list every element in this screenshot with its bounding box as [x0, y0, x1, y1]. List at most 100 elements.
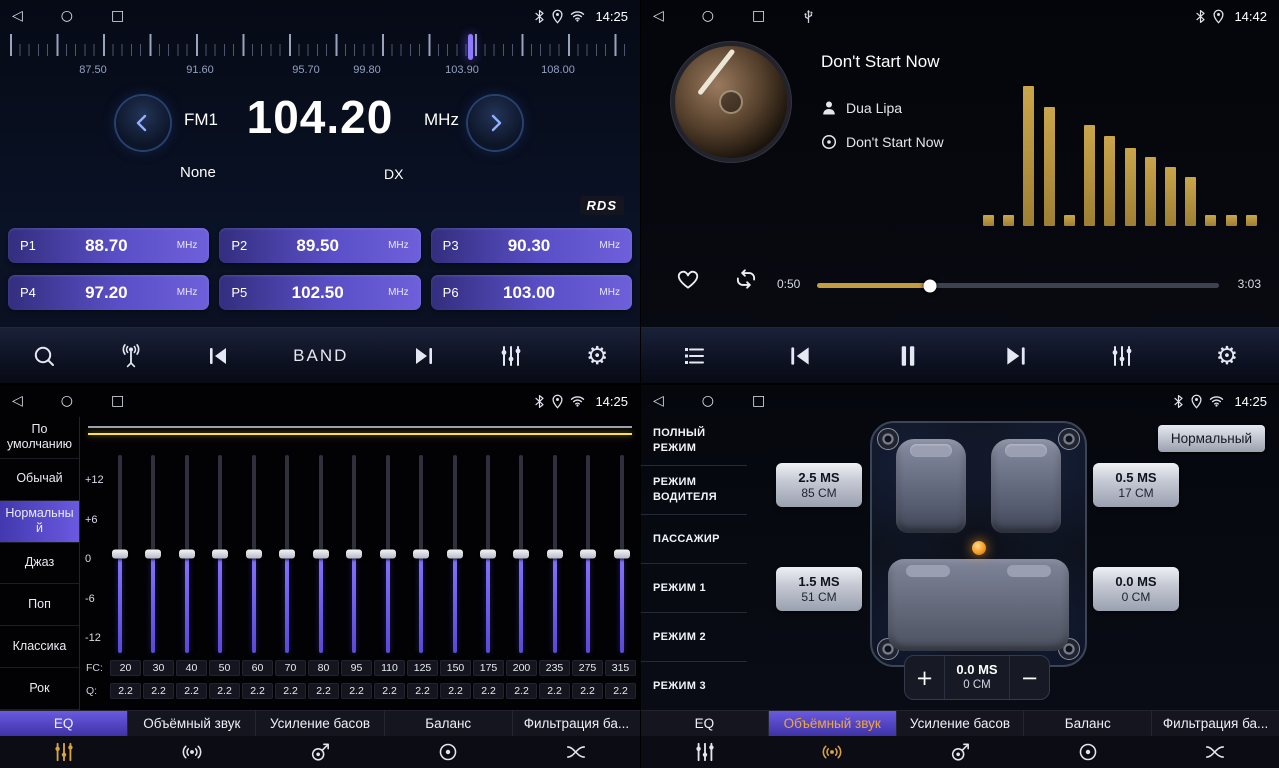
listening-position-marker[interactable]	[972, 541, 986, 555]
eq-preset-default[interactable]: По умолчанию	[0, 417, 79, 459]
slider-handle[interactable]	[179, 550, 195, 559]
eq-band-slider-125hz[interactable]	[411, 455, 431, 653]
slider-handle[interactable]	[547, 550, 563, 559]
nav-back-button[interactable]: ◁	[12, 394, 23, 408]
delay-front-left-button[interactable]: 2.5 MS 85 CM	[776, 463, 862, 507]
nav-back-button[interactable]: ◁	[12, 9, 23, 23]
preset-button-p1[interactable]: P1 88.70 MHz	[8, 228, 209, 263]
repeat-button[interactable]	[733, 266, 759, 295]
tab-bass-icon-cell[interactable]	[256, 736, 384, 768]
eq-band-slider-70hz[interactable]	[277, 455, 297, 653]
mode-1[interactable]: РЕЖИМ 1	[641, 564, 747, 613]
slider-handle[interactable]	[480, 550, 496, 559]
slider-handle[interactable]	[212, 550, 228, 559]
slider-handle[interactable]	[380, 550, 396, 559]
nav-recents-button[interactable]: □	[752, 394, 765, 408]
eq-preset-classic[interactable]: Классика	[0, 626, 79, 668]
eq-band-slider-175hz[interactable]	[478, 455, 498, 653]
eq-band-slider-40hz[interactable]	[177, 455, 197, 653]
tune-down-button[interactable]	[116, 96, 170, 150]
mode-driver[interactable]: РЕЖИМ ВОДИТЕЛЯ	[641, 466, 747, 515]
eq-preset-pop[interactable]: Поп	[0, 584, 79, 626]
eq-band-slider-80hz[interactable]	[311, 455, 331, 653]
tuning-indicator[interactable]	[468, 34, 473, 60]
tab-eq-icon-cell[interactable]	[0, 736, 128, 768]
tab-surround[interactable]: Объёмный звук	[769, 711, 897, 736]
eq-preset-rock[interactable]: Рок	[0, 668, 79, 710]
tab-surround-icon-cell[interactable]	[769, 736, 897, 768]
eq-band-slider-150hz[interactable]	[445, 455, 465, 653]
nav-home-button[interactable]: ○	[61, 394, 73, 408]
tab-bass-boost[interactable]: Усиление басов	[897, 711, 1025, 736]
slider-handle[interactable]	[346, 550, 362, 559]
nav-home-button[interactable]: ○	[61, 9, 73, 23]
tab-filter-icon-cell[interactable]	[1151, 736, 1279, 768]
nav-recents-button[interactable]: □	[111, 394, 124, 408]
settings-button[interactable]: ⚙	[586, 343, 608, 368]
eq-band-slider-275hz[interactable]	[578, 455, 598, 653]
eq-band-slider-30hz[interactable]	[143, 455, 163, 653]
tab-filter-icon-cell[interactable]	[512, 736, 640, 768]
eq-band-slider-95hz[interactable]	[344, 455, 364, 653]
eq-band-slider-20hz[interactable]	[110, 455, 130, 653]
nav-recents-button[interactable]: □	[111, 9, 124, 23]
broadcast-button[interactable]	[119, 344, 143, 368]
delay-rear-right-button[interactable]: 0.0 MS 0 CM	[1093, 567, 1179, 611]
slider-handle[interactable]	[246, 550, 262, 559]
nav-back-button[interactable]: ◁	[653, 9, 664, 23]
eq-band-slider-235hz[interactable]	[545, 455, 565, 653]
preset-badge[interactable]: Нормальный	[1158, 425, 1265, 452]
tab-balance[interactable]: Баланс	[385, 711, 513, 736]
tab-balance[interactable]: Баланс	[1024, 711, 1152, 736]
preset-button-p2[interactable]: P2 89.50 MHz	[219, 228, 420, 263]
preset-button-p6[interactable]: P6 103.00 MHz	[431, 275, 632, 310]
equalizer-button[interactable]	[499, 344, 523, 368]
seek-bar[interactable]	[817, 283, 1219, 288]
delay-rear-left-button[interactable]: 1.5 MS 51 CM	[776, 567, 862, 611]
tab-eq[interactable]: EQ	[0, 711, 128, 736]
nav-home-button[interactable]: ○	[702, 9, 714, 23]
mode-full[interactable]: ПОЛНЫЙ РЕЖИМ	[641, 417, 747, 466]
frequency-scale[interactable]: 87.50 91.60 95.70 99.80 103.90 108.00	[0, 34, 640, 82]
nav-home-button[interactable]: ○	[702, 394, 714, 408]
favorite-button[interactable]	[675, 266, 701, 295]
playlist-button[interactable]	[682, 344, 706, 368]
eq-band-slider-200hz[interactable]	[511, 455, 531, 653]
slider-handle[interactable]	[580, 550, 596, 559]
eq-preset-jazz[interactable]: Джаз	[0, 543, 79, 585]
slider-handle[interactable]	[614, 550, 630, 559]
scan-button[interactable]	[32, 344, 56, 368]
next-track-button[interactable]	[1003, 343, 1029, 369]
pause-button[interactable]	[895, 343, 921, 369]
tab-balance-icon-cell[interactable]	[384, 736, 512, 768]
slider-handle[interactable]	[313, 550, 329, 559]
slider-handle[interactable]	[413, 550, 429, 559]
tune-up-button[interactable]	[468, 96, 522, 150]
tab-filter[interactable]: Фильтрация ба...	[513, 711, 640, 736]
tab-surround-icon-cell[interactable]	[128, 736, 256, 768]
prev-station-button[interactable]	[206, 344, 230, 368]
slider-handle[interactable]	[279, 550, 295, 559]
tab-eq[interactable]: EQ	[641, 711, 769, 736]
eq-band-slider-50hz[interactable]	[210, 455, 230, 653]
slider-handle[interactable]	[145, 550, 161, 559]
preset-button-p5[interactable]: P5 102.50 MHz	[219, 275, 420, 310]
tab-eq-icon-cell[interactable]	[641, 736, 769, 768]
slider-handle[interactable]	[112, 550, 128, 559]
increase-delay-button[interactable]: +	[905, 656, 945, 699]
tab-filter[interactable]: Фильтрация ба...	[1152, 711, 1279, 736]
decrease-delay-button[interactable]: −	[1009, 656, 1049, 699]
tab-balance-icon-cell[interactable]	[1024, 736, 1152, 768]
previous-track-button[interactable]	[787, 343, 813, 369]
eq-preset-custom[interactable]: Обычай	[0, 459, 79, 501]
eq-band-slider-110hz[interactable]	[378, 455, 398, 653]
delay-front-right-button[interactable]: 0.5 MS 17 CM	[1093, 463, 1179, 507]
preset-button-p3[interactable]: P3 90.30 MHz	[431, 228, 632, 263]
next-station-button[interactable]	[412, 344, 436, 368]
tab-bass-boost[interactable]: Усиление басов	[256, 711, 384, 736]
eq-band-slider-60hz[interactable]	[244, 455, 264, 653]
mode-passenger[interactable]: ПАССАЖИР	[641, 515, 747, 564]
band-button[interactable]: BAND	[293, 346, 348, 366]
seek-thumb[interactable]	[923, 279, 936, 292]
tab-bass-icon-cell[interactable]	[896, 736, 1024, 768]
